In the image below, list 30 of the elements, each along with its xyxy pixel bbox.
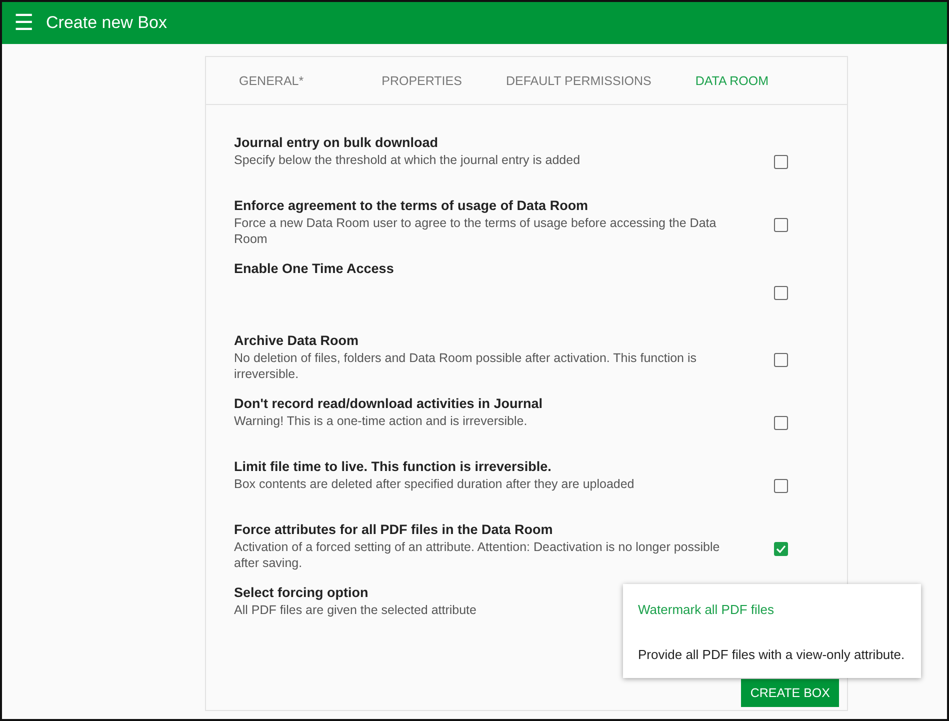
setting-title: Enforce agreement to the terms of usage of Data Room [234, 198, 588, 213]
window-title: Create new Box [46, 13, 167, 33]
setting-title: Limit file time to live. This function is irreversible. [234, 459, 552, 474]
setting-title: Select forcing option [234, 585, 368, 600]
checkbox[interactable] [774, 218, 788, 232]
checkbox[interactable] [774, 286, 788, 300]
setting-title: Journal entry on bulk download [234, 135, 438, 150]
setting-description: Warning! This is a one-time action and is irreversible. [234, 413, 528, 430]
setting-title: Enable One Time Access [234, 261, 394, 276]
tab[interactable]: DATA ROOM [687, 57, 777, 104]
setting-description: Activation of a forced setting of an attribute. Attention: Deactivation is no longer possible after saving. [234, 539, 721, 572]
tab[interactable]: DEFAULT PERMISSIONS [498, 57, 660, 104]
checkbox[interactable] [774, 353, 788, 367]
tab[interactable]: PROPERTIES [374, 57, 470, 104]
menu-option[interactable]: Watermark all PDF files [623, 592, 921, 627]
setting-title: Archive Data Room [234, 333, 359, 348]
tab[interactable]: GENERAL* [231, 57, 312, 104]
setting-title: Force attributes for all PDF files in the Data Room [234, 522, 553, 537]
setting-description: Specify below the threshold at which the journal entry is added [234, 152, 580, 168]
checkbox[interactable] [774, 542, 788, 556]
checkbox[interactable] [774, 479, 788, 493]
setting-title: Don't record read/download activities in Journal [234, 396, 543, 411]
setting-description: All PDF files are given the selected attribute [234, 602, 476, 618]
menu-option[interactable]: Provide all PDF files with a view-only attribute. [623, 637, 921, 672]
checkbox[interactable] [774, 416, 788, 430]
create-box-button[interactable]: CREATE BOX [741, 679, 839, 707]
setting-description: No deletion of files, folders and Data Room possible after activation. This function is irreversible. [234, 350, 698, 382]
setting-description: Box contents are deleted after specified duration after they are uploaded [234, 476, 634, 492]
setting-description: Force a new Data Room user to agree to the terms of usage before accessing the Data Room [234, 215, 718, 248]
checkbox[interactable] [774, 155, 788, 169]
